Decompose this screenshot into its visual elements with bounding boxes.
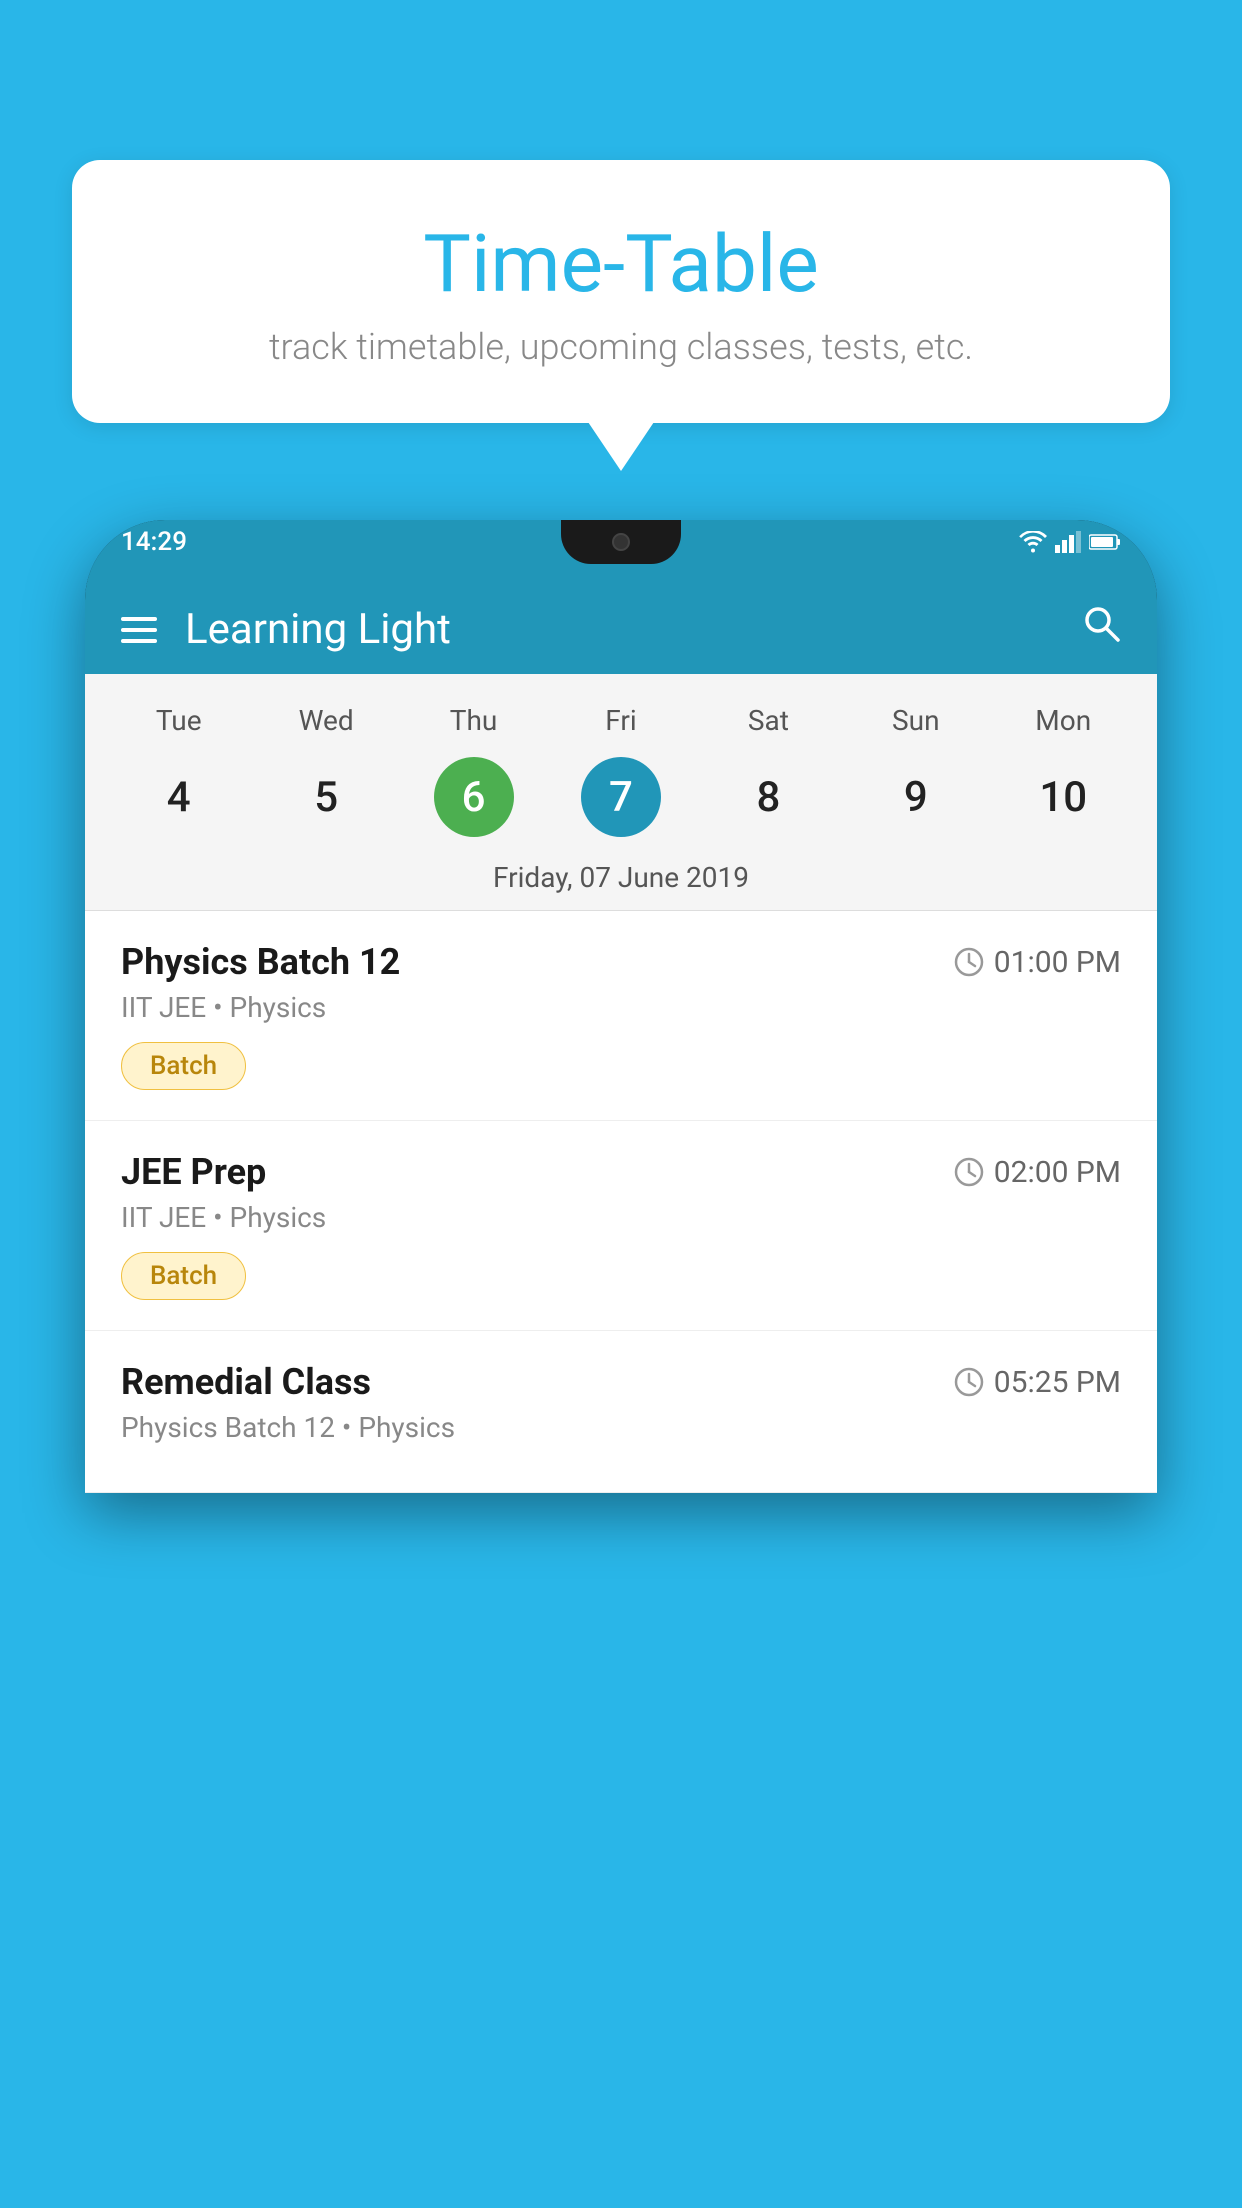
day-8[interactable]: 8 xyxy=(728,757,808,837)
schedule-item-1-title: Physics Batch 12 xyxy=(121,941,400,983)
speech-bubble-container: Time-Table track timetable, upcoming cla… xyxy=(72,160,1170,423)
day-4[interactable]: 4 xyxy=(139,757,219,837)
day-5[interactable]: 5 xyxy=(286,757,366,837)
schedule-item-3-title: Remedial Class xyxy=(121,1361,371,1403)
day-header-fri: Fri xyxy=(581,704,661,737)
schedule-item-2-time-text: 02:00 PM xyxy=(994,1155,1121,1190)
day-header-mon: Mon xyxy=(1023,704,1103,737)
clock-icon-1 xyxy=(954,947,984,977)
day-7-selected[interactable]: 7 xyxy=(581,757,661,837)
schedule-item-2[interactable]: JEE Prep 02:00 PM IIT JEE • Physics Batc… xyxy=(85,1121,1157,1331)
schedule-item-2-badge: Batch xyxy=(121,1252,246,1300)
schedule-item-1-subtitle: IIT JEE • Physics xyxy=(121,991,1121,1024)
selected-date-label: Friday, 07 June 2019 xyxy=(85,853,1157,911)
wifi-icon xyxy=(1019,531,1047,553)
day-header-sat: Sat xyxy=(728,704,808,737)
schedule-item-2-title: JEE Prep xyxy=(121,1151,266,1193)
schedule-item-1-time: 01:00 PM xyxy=(954,945,1121,980)
status-bar: 14:29 xyxy=(85,520,1157,564)
day-6-today[interactable]: 6 xyxy=(434,757,514,837)
schedule-item-3[interactable]: Remedial Class 05:25 PM Physics Batch 12… xyxy=(85,1331,1157,1493)
app-bar-left: Learning Light xyxy=(121,605,451,654)
speech-bubble: Time-Table track timetable, upcoming cla… xyxy=(72,160,1170,423)
schedule-item-2-time: 02:00 PM xyxy=(954,1155,1121,1190)
schedule-item-1[interactable]: Physics Batch 12 01:00 PM IIT JEE • Phys… xyxy=(85,911,1157,1121)
phone-wrapper: 14:29 xyxy=(85,520,1157,2208)
schedule-item-2-header: JEE Prep 02:00 PM xyxy=(121,1151,1121,1193)
day-header-thu: Thu xyxy=(434,704,514,737)
search-button[interactable] xyxy=(1081,603,1121,654)
day-10[interactable]: 10 xyxy=(1023,757,1103,837)
day-numbers: 4 5 6 7 8 9 10 xyxy=(85,747,1157,853)
schedule-item-1-header: Physics Batch 12 01:00 PM xyxy=(121,941,1121,983)
schedule-item-1-badge: Batch xyxy=(121,1042,246,1090)
day-header-wed: Wed xyxy=(286,704,366,737)
day-header-sun: Sun xyxy=(876,704,956,737)
speech-bubble-subtitle: track timetable, upcoming classes, tests… xyxy=(132,326,1110,368)
status-icons xyxy=(1019,531,1121,553)
schedule-item-3-header: Remedial Class 05:25 PM xyxy=(121,1361,1121,1403)
status-time: 14:29 xyxy=(121,527,187,557)
battery-icon xyxy=(1089,533,1121,551)
camera-notch xyxy=(612,533,630,551)
schedule-item-3-time-text: 05:25 PM xyxy=(994,1365,1121,1400)
phone-mockup: 14:29 xyxy=(85,520,1157,1493)
schedule-item-3-subtitle: Physics Batch 12 • Physics xyxy=(121,1411,1121,1444)
day-header-tue: Tue xyxy=(139,704,219,737)
app-bar: Learning Light xyxy=(85,564,1157,674)
clock-icon-3 xyxy=(954,1367,984,1397)
notch xyxy=(561,520,681,564)
clock-icon-2 xyxy=(954,1157,984,1187)
schedule-item-1-time-text: 01:00 PM xyxy=(994,945,1121,980)
schedule-list: Physics Batch 12 01:00 PM IIT JEE • Phys… xyxy=(85,911,1157,1493)
hamburger-menu-icon[interactable] xyxy=(121,617,157,643)
day-headers: Tue Wed Thu Fri Sat Sun Mon xyxy=(85,694,1157,747)
schedule-item-3-time: 05:25 PM xyxy=(954,1365,1121,1400)
calendar-section: Tue Wed Thu Fri Sat Sun Mon 4 5 6 7 8 9 … xyxy=(85,674,1157,911)
speech-bubble-title: Time-Table xyxy=(132,220,1110,308)
signal-icon xyxy=(1055,531,1081,553)
app-title: Learning Light xyxy=(185,605,451,654)
schedule-item-2-subtitle: IIT JEE • Physics xyxy=(121,1201,1121,1234)
day-9[interactable]: 9 xyxy=(876,757,956,837)
